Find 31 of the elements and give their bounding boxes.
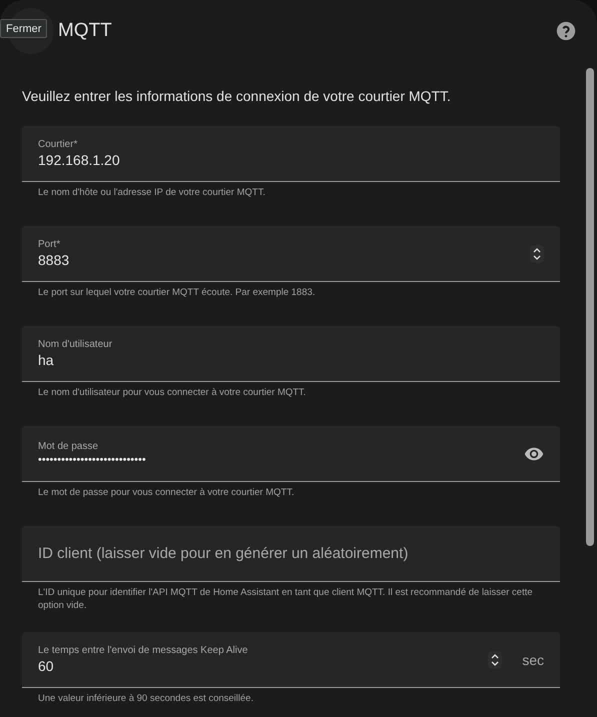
- unit-suffix: sec: [522, 652, 544, 668]
- helper-text: Le mot de passe pour vous connecter à votre courtier MQTT.: [38, 486, 296, 499]
- placeholder-text: ID client (laisser vide pour en générer un aléatoirement): [38, 545, 408, 562]
- input-field[interactable]: Nom d'utilisateur ha: [22, 326, 560, 382]
- input-field[interactable]: ID client (laisser vide pour en générer un aléatoirement): [22, 526, 560, 582]
- field-label: Nom d'utilisateur: [38, 339, 114, 350]
- field-value: ••••••••••••••••••••••••••••: [38, 454, 146, 466]
- helper-text: L'ID unique pour identifier l'API MQTT de Home Assistant en tant que client MQTT. Il est recommandé de laisser cette option vide.: [38, 586, 534, 612]
- input-field[interactable]: Port* 8883: [22, 226, 560, 282]
- field-label: Courtier*: [38, 139, 78, 150]
- field-label: Port*: [38, 239, 62, 250]
- field-label: Le temps entre l'envoi de messages Keep Alive: [38, 645, 249, 656]
- helper-text: Une valeur inférieure à 90 secondes est conseillée.: [38, 692, 254, 705]
- helper-text: Le port sur lequel votre courtier MQTT écoute. Par exemple 1883.: [38, 286, 316, 299]
- scrollbar-thumb[interactable]: [586, 68, 594, 546]
- input-field[interactable]: Le temps entre l'envoi de messages Keep Alive 60 sec: [22, 632, 560, 688]
- close-button[interactable]: Fermer: [0, 19, 48, 38]
- spinner-icon[interactable]: [530, 244, 544, 262]
- dialog-title: MQTT: [58, 20, 113, 42]
- intro-text: Veuillez entrer les informations de connexion de votre courtier MQTT.: [22, 88, 452, 104]
- input-field[interactable]: Courtier* 192.168.1.20: [22, 126, 560, 182]
- field-label: Mot de passe: [38, 441, 100, 452]
- spinner-icon[interactable]: [488, 650, 502, 668]
- helper-text: Le nom d'hôte ou l'adresse IP de votre courtier MQTT.: [38, 186, 266, 199]
- field-value: 192.168.1.20: [38, 152, 120, 168]
- input-field[interactable]: Mot de passe ••••••••••••••••••••••••••••: [22, 426, 560, 482]
- helper-text: Le nom d'utilisateur pour vous connecter à votre courtier MQTT.: [38, 386, 307, 399]
- field-value: 60: [38, 658, 54, 674]
- field-value: 8883: [38, 252, 70, 268]
- field-value: ha: [38, 352, 54, 368]
- help-icon[interactable]: [555, 20, 577, 42]
